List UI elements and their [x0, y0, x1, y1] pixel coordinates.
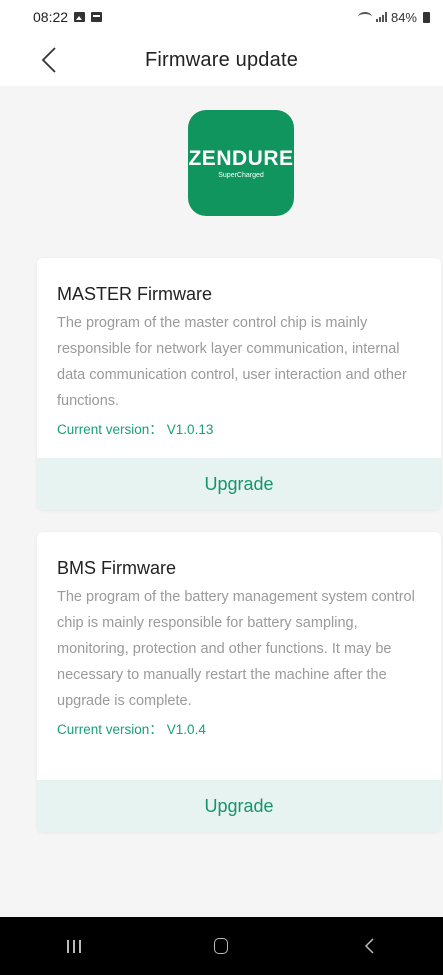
firmware-description: The program of the battery management sy…	[57, 589, 415, 709]
bms-firmware-card: BMS Firmware The program of the battery …	[37, 532, 441, 832]
version-label: Current version：	[57, 422, 163, 437]
chevron-left-icon	[41, 47, 56, 73]
screen: 08:22 84% Firmware update ZENDURE SuperC…	[0, 0, 443, 975]
firmware-title: MASTER Firmware	[57, 284, 213, 304]
version-value: V1.0.13	[166, 422, 214, 437]
status-right: 84%	[357, 9, 430, 25]
status-time: 08:22	[33, 9, 69, 25]
system-nav-bar	[0, 917, 443, 975]
nav-back-button[interactable]	[339, 926, 399, 966]
card-body: BMS Firmware The program of the battery …	[37, 532, 441, 740]
battery-icon	[423, 11, 430, 23]
signal-icon	[375, 12, 387, 22]
current-version: Current version： V1.0.13	[57, 420, 423, 440]
logo-brand: ZENDURE	[188, 146, 294, 170]
card-body: MASTER Firmware The program of the maste…	[37, 258, 441, 440]
message-notification-icon	[91, 12, 103, 22]
status-bar: 08:22 84%	[0, 0, 443, 34]
zendure-logo: ZENDURE SuperCharged	[188, 110, 294, 216]
firmware-title: BMS Firmware	[57, 558, 177, 578]
version-value: V1.0.4	[166, 722, 206, 737]
logo-tagline: SuperCharged	[218, 171, 264, 179]
page-title: Firmware update	[144, 48, 299, 71]
header: Firmware update	[0, 34, 443, 86]
version-label: Current version：	[57, 722, 163, 737]
wifi-icon	[357, 12, 372, 22]
nav-back-icon	[365, 938, 374, 954]
status-left: 08:22	[33, 9, 103, 25]
back-button[interactable]	[34, 44, 64, 76]
home-button[interactable]	[191, 926, 251, 966]
master-upgrade-button[interactable]: Upgrade	[37, 458, 441, 510]
home-icon	[214, 938, 229, 954]
bms-upgrade-button[interactable]: Upgrade	[37, 780, 441, 832]
firmware-description: The program of the master control chip i…	[57, 315, 407, 409]
current-version: Current version： V1.0.4	[57, 720, 423, 740]
recents-button[interactable]	[44, 926, 104, 966]
battery-percent: 84%	[390, 9, 417, 25]
gallery-notification-icon	[74, 12, 86, 22]
master-firmware-card: MASTER Firmware The program of the maste…	[37, 258, 441, 510]
recents-icon	[66, 939, 81, 953]
